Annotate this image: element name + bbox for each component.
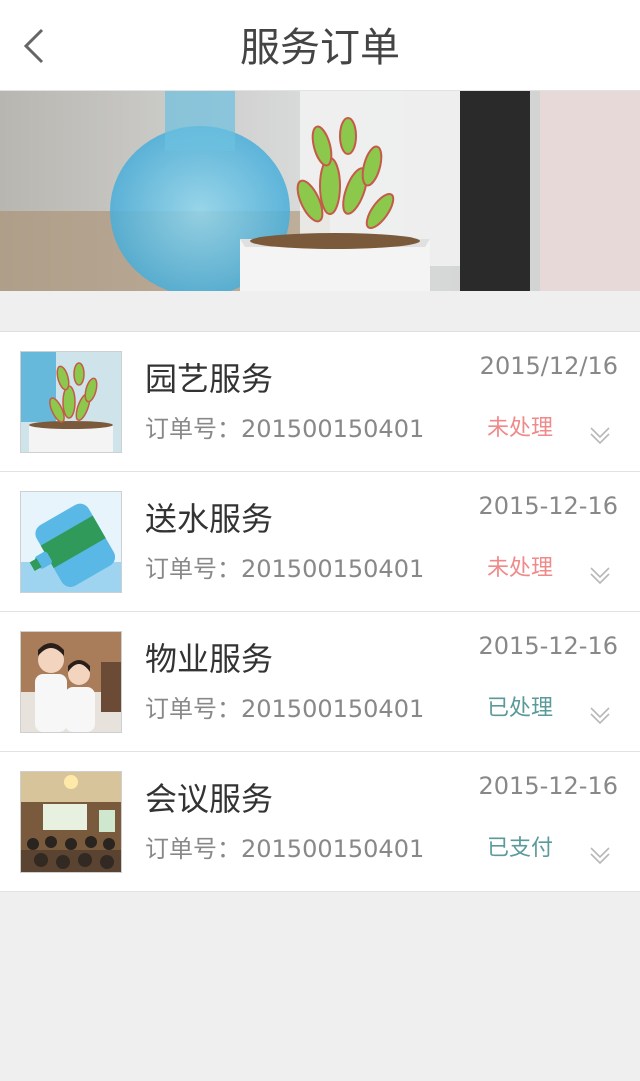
spacer — [0, 291, 640, 332]
order-date: 2015-12-16 — [478, 492, 618, 520]
top-bar: 服务订单 — [0, 0, 640, 91]
meeting-room-image — [20, 771, 122, 873]
order-number: 订单号：201500150401 — [145, 415, 425, 443]
status-badge: 未处理 — [487, 556, 554, 581]
succulent-plant-image — [20, 351, 122, 453]
chevron-down-icon[interactable] — [587, 842, 613, 868]
chevron-down-icon[interactable] — [587, 702, 613, 728]
order-row[interactable]: 物业服务 订单号：201500150401 2015-12-16 已处理 — [0, 612, 640, 752]
service-name: 送水服务 — [145, 500, 274, 538]
order-row[interactable]: 园艺服务 订单号：201500150401 2015/12/16 未处理 — [0, 332, 640, 472]
service-name: 会议服务 — [145, 780, 274, 818]
water-bottle-image — [20, 491, 122, 593]
chevron-down-icon[interactable] — [587, 422, 613, 448]
staff-photo-image — [20, 631, 122, 733]
banner-image — [0, 91, 640, 291]
order-row[interactable]: 送水服务 订单号：201500150401 2015-12-16 未处理 — [0, 472, 640, 612]
order-row[interactable]: 会议服务 订单号：201500150401 2015-12-16 已支付 — [0, 752, 640, 892]
order-number: 订单号：201500150401 — [145, 555, 425, 583]
order-date: 2015/12/16 — [479, 352, 618, 380]
order-date: 2015-12-16 — [478, 632, 618, 660]
order-number: 订单号：201500150401 — [145, 695, 425, 723]
chevron-down-icon[interactable] — [587, 562, 613, 588]
service-name: 园艺服务 — [145, 360, 274, 398]
status-badge: 已处理 — [487, 696, 554, 721]
service-name: 物业服务 — [145, 640, 274, 678]
order-list: 园艺服务 订单号：201500150401 2015/12/16 未处理 送水服… — [0, 332, 640, 892]
order-number: 订单号：201500150401 — [145, 835, 425, 863]
back-chevron-icon[interactable] — [18, 26, 58, 66]
status-badge: 已支付 — [487, 836, 554, 861]
status-badge: 未处理 — [487, 416, 554, 441]
page-title: 服务订单 — [240, 25, 400, 71]
order-date: 2015-12-16 — [478, 772, 618, 800]
